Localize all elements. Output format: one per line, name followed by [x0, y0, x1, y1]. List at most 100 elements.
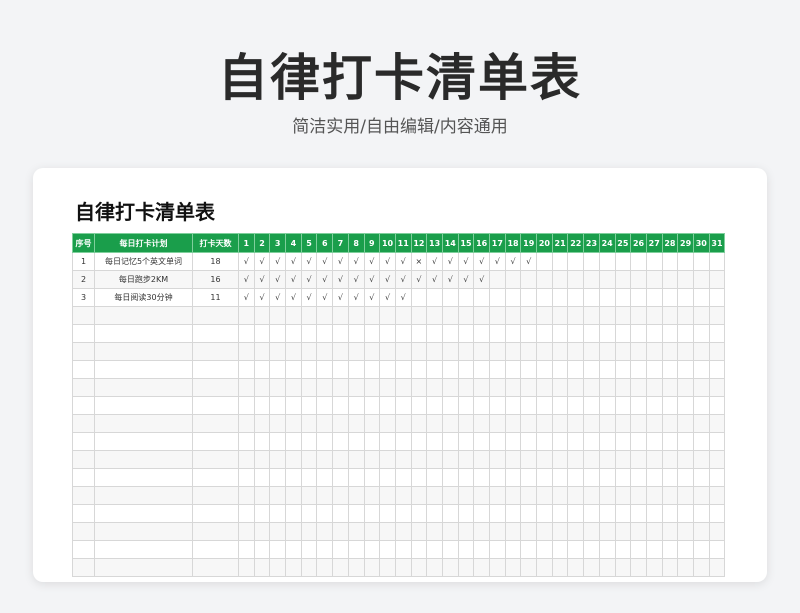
- cell-empty[interactable]: [457, 522, 475, 541]
- cell-mark[interactable]: [598, 270, 616, 289]
- cell-empty[interactable]: [192, 558, 239, 577]
- cell-empty[interactable]: [300, 414, 318, 433]
- cell-empty[interactable]: [645, 450, 663, 469]
- cell-empty[interactable]: [379, 306, 396, 325]
- cell-empty[interactable]: [192, 324, 239, 343]
- cell-mark[interactable]: [645, 270, 663, 289]
- cell-empty[interactable]: [94, 504, 193, 523]
- cell-empty[interactable]: [692, 342, 710, 361]
- header-day[interactable]: 20: [536, 233, 553, 253]
- cell-empty[interactable]: [441, 504, 459, 523]
- cell-empty[interactable]: [316, 414, 334, 433]
- header-day[interactable]: 25: [614, 233, 632, 253]
- cell-empty[interactable]: [630, 414, 647, 433]
- cell-mark[interactable]: √: [332, 288, 349, 307]
- header-day[interactable]: 11: [394, 233, 412, 253]
- cell-empty[interactable]: [520, 522, 538, 541]
- cell-empty[interactable]: [567, 432, 585, 451]
- cell-empty[interactable]: [661, 324, 679, 343]
- cell-empty[interactable]: [504, 378, 522, 397]
- cell-empty[interactable]: [457, 432, 475, 451]
- cell-empty[interactable]: [394, 486, 412, 505]
- cell-empty[interactable]: [332, 558, 349, 577]
- cell-empty[interactable]: [692, 558, 710, 577]
- cell-empty[interactable]: [630, 342, 647, 361]
- cell-empty[interactable]: [614, 468, 632, 487]
- cell-empty[interactable]: [551, 360, 569, 379]
- cell-empty[interactable]: [192, 378, 239, 397]
- cell-empty[interactable]: [426, 504, 443, 523]
- cell-empty[interactable]: [473, 540, 490, 559]
- header-day[interactable]: 30: [692, 233, 710, 253]
- cell-empty[interactable]: [72, 504, 95, 523]
- cell-empty[interactable]: [410, 306, 428, 325]
- cell-empty[interactable]: [441, 360, 459, 379]
- cell-empty[interactable]: [426, 450, 443, 469]
- cell-empty[interactable]: [269, 324, 287, 343]
- cell-empty[interactable]: [520, 324, 538, 343]
- cell-mark[interactable]: √: [285, 270, 302, 289]
- cell-empty[interactable]: [94, 468, 193, 487]
- cell-empty[interactable]: [441, 378, 459, 397]
- cell-empty[interactable]: [300, 504, 318, 523]
- cell-mark[interactable]: √: [363, 252, 381, 271]
- cell-empty[interactable]: [583, 450, 600, 469]
- cell-empty[interactable]: [253, 558, 271, 577]
- cell-empty[interactable]: [379, 468, 396, 487]
- cell-empty[interactable]: [192, 468, 239, 487]
- cell-empty[interactable]: [489, 324, 506, 343]
- cell-empty[interactable]: [363, 414, 381, 433]
- cell-empty[interactable]: [253, 468, 271, 487]
- cell-empty[interactable]: [504, 504, 522, 523]
- cell-empty[interactable]: [332, 486, 349, 505]
- header-day[interactable]: 5: [300, 233, 318, 253]
- cell-empty[interactable]: [457, 504, 475, 523]
- cell-empty[interactable]: [630, 504, 647, 523]
- cell-empty[interactable]: [692, 306, 710, 325]
- cell-empty[interactable]: [316, 360, 334, 379]
- cell-empty[interactable]: [536, 522, 553, 541]
- cell-mark[interactable]: √: [489, 252, 506, 271]
- cell-empty[interactable]: [614, 558, 632, 577]
- cell-empty[interactable]: [708, 378, 726, 397]
- cell-empty[interactable]: [410, 558, 428, 577]
- cell-empty[interactable]: [473, 558, 490, 577]
- cell-empty[interactable]: [567, 450, 585, 469]
- cell-empty[interactable]: [253, 450, 271, 469]
- cell-empty[interactable]: [426, 432, 443, 451]
- cell-mark[interactable]: √: [269, 252, 287, 271]
- cell-empty[interactable]: [94, 450, 193, 469]
- cell-mark[interactable]: √: [238, 252, 255, 271]
- cell-empty[interactable]: [332, 396, 349, 415]
- cell-empty[interactable]: [192, 486, 239, 505]
- cell-empty[interactable]: [551, 450, 569, 469]
- cell-empty[interactable]: [285, 324, 302, 343]
- cell-empty[interactable]: [536, 504, 553, 523]
- cell-mark[interactable]: √: [316, 288, 334, 307]
- cell-empty[interactable]: [645, 414, 663, 433]
- cell-empty[interactable]: [269, 360, 287, 379]
- cell-empty[interactable]: [300, 468, 318, 487]
- cell-empty[interactable]: [347, 396, 365, 415]
- cell-empty[interactable]: [567, 540, 585, 559]
- cell-empty[interactable]: [94, 432, 193, 451]
- cell-mark[interactable]: √: [347, 288, 365, 307]
- cell-empty[interactable]: [583, 558, 600, 577]
- header-day[interactable]: 1: [238, 233, 255, 253]
- cell-empty[interactable]: [192, 342, 239, 361]
- cell-empty[interactable]: [583, 324, 600, 343]
- header-day[interactable]: 27: [645, 233, 663, 253]
- cell-empty[interactable]: [536, 450, 553, 469]
- cell-empty[interactable]: [645, 558, 663, 577]
- cell-mark[interactable]: [489, 270, 506, 289]
- cell-empty[interactable]: [677, 450, 694, 469]
- cell-empty[interactable]: [551, 486, 569, 505]
- cell-empty[interactable]: [520, 558, 538, 577]
- cell-empty[interactable]: [72, 468, 95, 487]
- cell-empty[interactable]: [426, 522, 443, 541]
- cell-empty[interactable]: [379, 414, 396, 433]
- cell-empty[interactable]: [708, 432, 726, 451]
- cell-empty[interactable]: [473, 396, 490, 415]
- header-day[interactable]: 12: [410, 233, 428, 253]
- cell-mark[interactable]: [567, 252, 585, 271]
